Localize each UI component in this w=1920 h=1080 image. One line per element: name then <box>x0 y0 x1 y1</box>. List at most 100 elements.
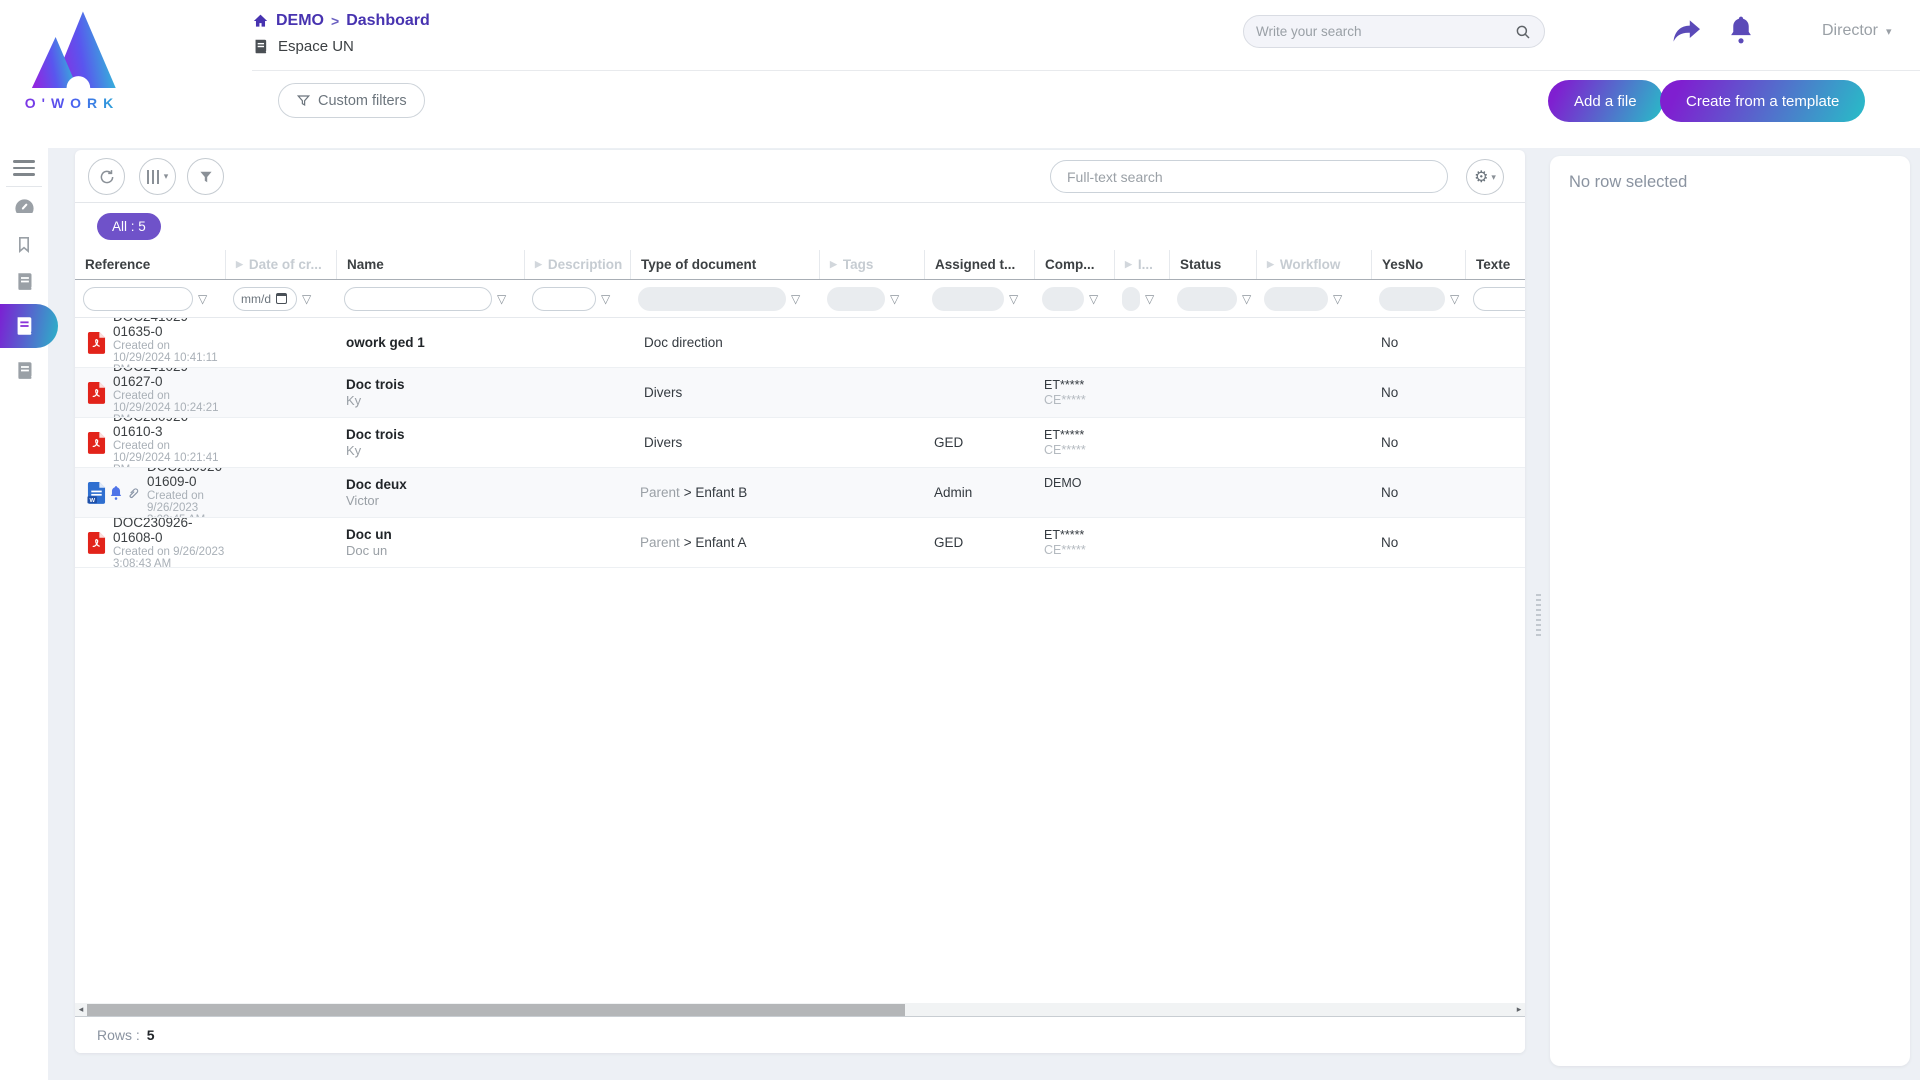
column-header-texte[interactable]: Texte <box>1465 250 1525 279</box>
column-header-status[interactable]: Status <box>1169 250 1256 279</box>
fulltext-search-input[interactable] <box>1067 169 1431 185</box>
filter-funnel-icon[interactable]: ▽ <box>1089 292 1098 306</box>
table-row[interactable]: DOC230926-01608-0Created on 9/26/2023 3:… <box>75 518 1525 568</box>
row-created: Created on 10/29/2024 10:24:21 PM <box>113 390 225 417</box>
book-icon <box>14 360 35 381</box>
pdf-file-icon <box>87 431 106 454</box>
filter-funnel-icon[interactable]: ▽ <box>302 292 311 306</box>
column-header-reference[interactable]: Reference <box>75 250 225 279</box>
filter-funnel-icon[interactable]: ▽ <box>791 292 800 306</box>
custom-filters-button[interactable]: Custom filters <box>278 83 425 118</box>
filter-funnel-icon[interactable]: ▽ <box>1242 292 1251 306</box>
sidebar-divider <box>6 186 42 187</box>
pdf-file-icon <box>87 331 106 354</box>
breadcrumb-separator: > <box>331 13 339 29</box>
panel-resize-handle[interactable] <box>1536 594 1541 636</box>
rows-count-label: Rows : <box>97 1027 140 1043</box>
filter-disabled-i <box>1122 287 1140 311</box>
column-header-yesno[interactable]: YesNo <box>1371 250 1465 279</box>
filter-funnel-icon[interactable]: ▽ <box>198 292 207 306</box>
breadcrumb-current[interactable]: Dashboard <box>346 12 430 30</box>
sidebar <box>0 148 48 1080</box>
notifications-button[interactable] <box>1728 15 1754 44</box>
column-header-description[interactable]: ▶Description <box>524 250 630 279</box>
filter-funnel-icon[interactable]: ▽ <box>890 292 899 306</box>
scroll-right-arrow[interactable]: ▸ <box>1513 1003 1525 1016</box>
sidebar-toggle-button[interactable] <box>13 156 35 180</box>
row-assigned: GED <box>924 418 1034 467</box>
row-company-sub: CE***** <box>1044 393 1086 407</box>
gear-icon: ⚙ <box>1474 167 1488 187</box>
row-yesno: No <box>1371 368 1465 417</box>
table-row[interactable]: W DOC230926-01609-0Created on 9/26/2023 … <box>75 468 1525 518</box>
row-yesno: No <box>1371 518 1465 567</box>
sidebar-item-archive[interactable] <box>12 358 36 382</box>
all-rows-badge[interactable]: All : 5 <box>97 213 161 240</box>
scrollbar-thumb[interactable] <box>87 1004 905 1016</box>
sidebar-item-dashboard[interactable] <box>12 195 36 219</box>
table-settings-button[interactable]: ⚙ ▾ <box>1466 159 1504 195</box>
filter-input-reference[interactable] <box>83 287 193 311</box>
column-header-name[interactable]: Name <box>336 250 524 279</box>
global-search-input[interactable] <box>1256 24 1514 39</box>
filter-disabled-yesno <box>1379 287 1445 311</box>
filter-button[interactable] <box>187 158 224 195</box>
breadcrumb-home[interactable]: DEMO <box>276 12 324 30</box>
filter-funnel-icon[interactable]: ▽ <box>1450 292 1459 306</box>
book-icon <box>13 315 35 337</box>
row-type: Divers <box>644 435 682 450</box>
user-menu[interactable]: Director ▾ <box>1822 22 1892 40</box>
column-header-company[interactable]: Comp... <box>1034 250 1114 279</box>
pdf-file-icon <box>87 531 106 554</box>
filter-funnel-icon[interactable]: ▽ <box>1333 292 1342 306</box>
global-search[interactable] <box>1243 15 1545 48</box>
rows-count-value: 5 <box>147 1027 155 1043</box>
column-header-assigned[interactable]: Assigned t... <box>924 250 1034 279</box>
sidebar-item-library[interactable] <box>12 269 36 293</box>
refresh-icon <box>98 168 116 186</box>
column-header-tags[interactable]: ▶Tags <box>819 250 924 279</box>
add-file-button[interactable]: Add a file <box>1548 80 1663 122</box>
filter-funnel-icon[interactable]: ▽ <box>1009 292 1018 306</box>
table-row[interactable]: DOC230926-01610-3Created on 10/29/2024 1… <box>75 418 1525 468</box>
book-icon <box>14 271 35 292</box>
filter-disabled-tags <box>827 287 885 311</box>
filter-input-name[interactable] <box>344 287 492 311</box>
column-label: YesNo <box>1382 257 1423 272</box>
filter-funnel-icon[interactable]: ▽ <box>497 292 506 306</box>
app-logo[interactable]: O'WORK <box>14 6 130 111</box>
columns-button[interactable]: ▾ <box>139 158 176 195</box>
scroll-left-arrow[interactable]: ◂ <box>75 1003 87 1016</box>
home-icon[interactable] <box>252 13 269 29</box>
row-yesno: No <box>1371 318 1465 367</box>
sidebar-item-documents-active[interactable] <box>0 304 58 348</box>
create-from-template-button[interactable]: Create from a template <box>1660 80 1865 122</box>
alert-bell-icon <box>109 485 123 500</box>
sidebar-item-bookmarks[interactable] <box>12 232 36 256</box>
filter-disabled-assigned <box>932 287 1004 311</box>
filter-funnel-icon[interactable]: ▽ <box>1145 292 1154 306</box>
column-header-workflow[interactable]: ▶Workflow <box>1256 250 1371 279</box>
filter-input-texte[interactable] <box>1473 287 1525 311</box>
share-button[interactable] <box>1672 18 1702 44</box>
column-label: Name <box>347 257 384 272</box>
filter-input-description[interactable] <box>532 287 596 311</box>
column-header-date-created[interactable]: ▶Date of cr... <box>225 250 336 279</box>
fulltext-search[interactable] <box>1050 160 1448 193</box>
refresh-button[interactable] <box>88 158 125 195</box>
table-row[interactable]: DOC241029-01635-0Created on 10/29/2024 1… <box>75 318 1525 368</box>
filter-funnel-icon[interactable]: ▽ <box>601 292 610 306</box>
column-label: Date of cr... <box>249 257 322 272</box>
breadcrumb: DEMO > Dashboard <box>252 12 430 30</box>
column-header-type[interactable]: Type of document <box>630 250 819 279</box>
table-header-row: Reference ▶Date of cr... Name ▶Descripti… <box>75 250 1525 280</box>
calendar-icon[interactable] <box>276 293 287 304</box>
row-reference: DOC230926-01609-0 <box>147 468 225 489</box>
search-icon[interactable] <box>1514 23 1532 41</box>
column-header-i[interactable]: ▶I... <box>1114 250 1169 279</box>
table-row[interactable]: DOC241029-01627-0Created on 10/29/2024 1… <box>75 368 1525 418</box>
header-divider <box>252 70 1920 71</box>
filter-date-created[interactable]: mm/d <box>233 287 297 311</box>
horizontal-scrollbar[interactable]: ◂ ▸ <box>75 1003 1525 1017</box>
filter-disabled-status <box>1177 287 1237 311</box>
